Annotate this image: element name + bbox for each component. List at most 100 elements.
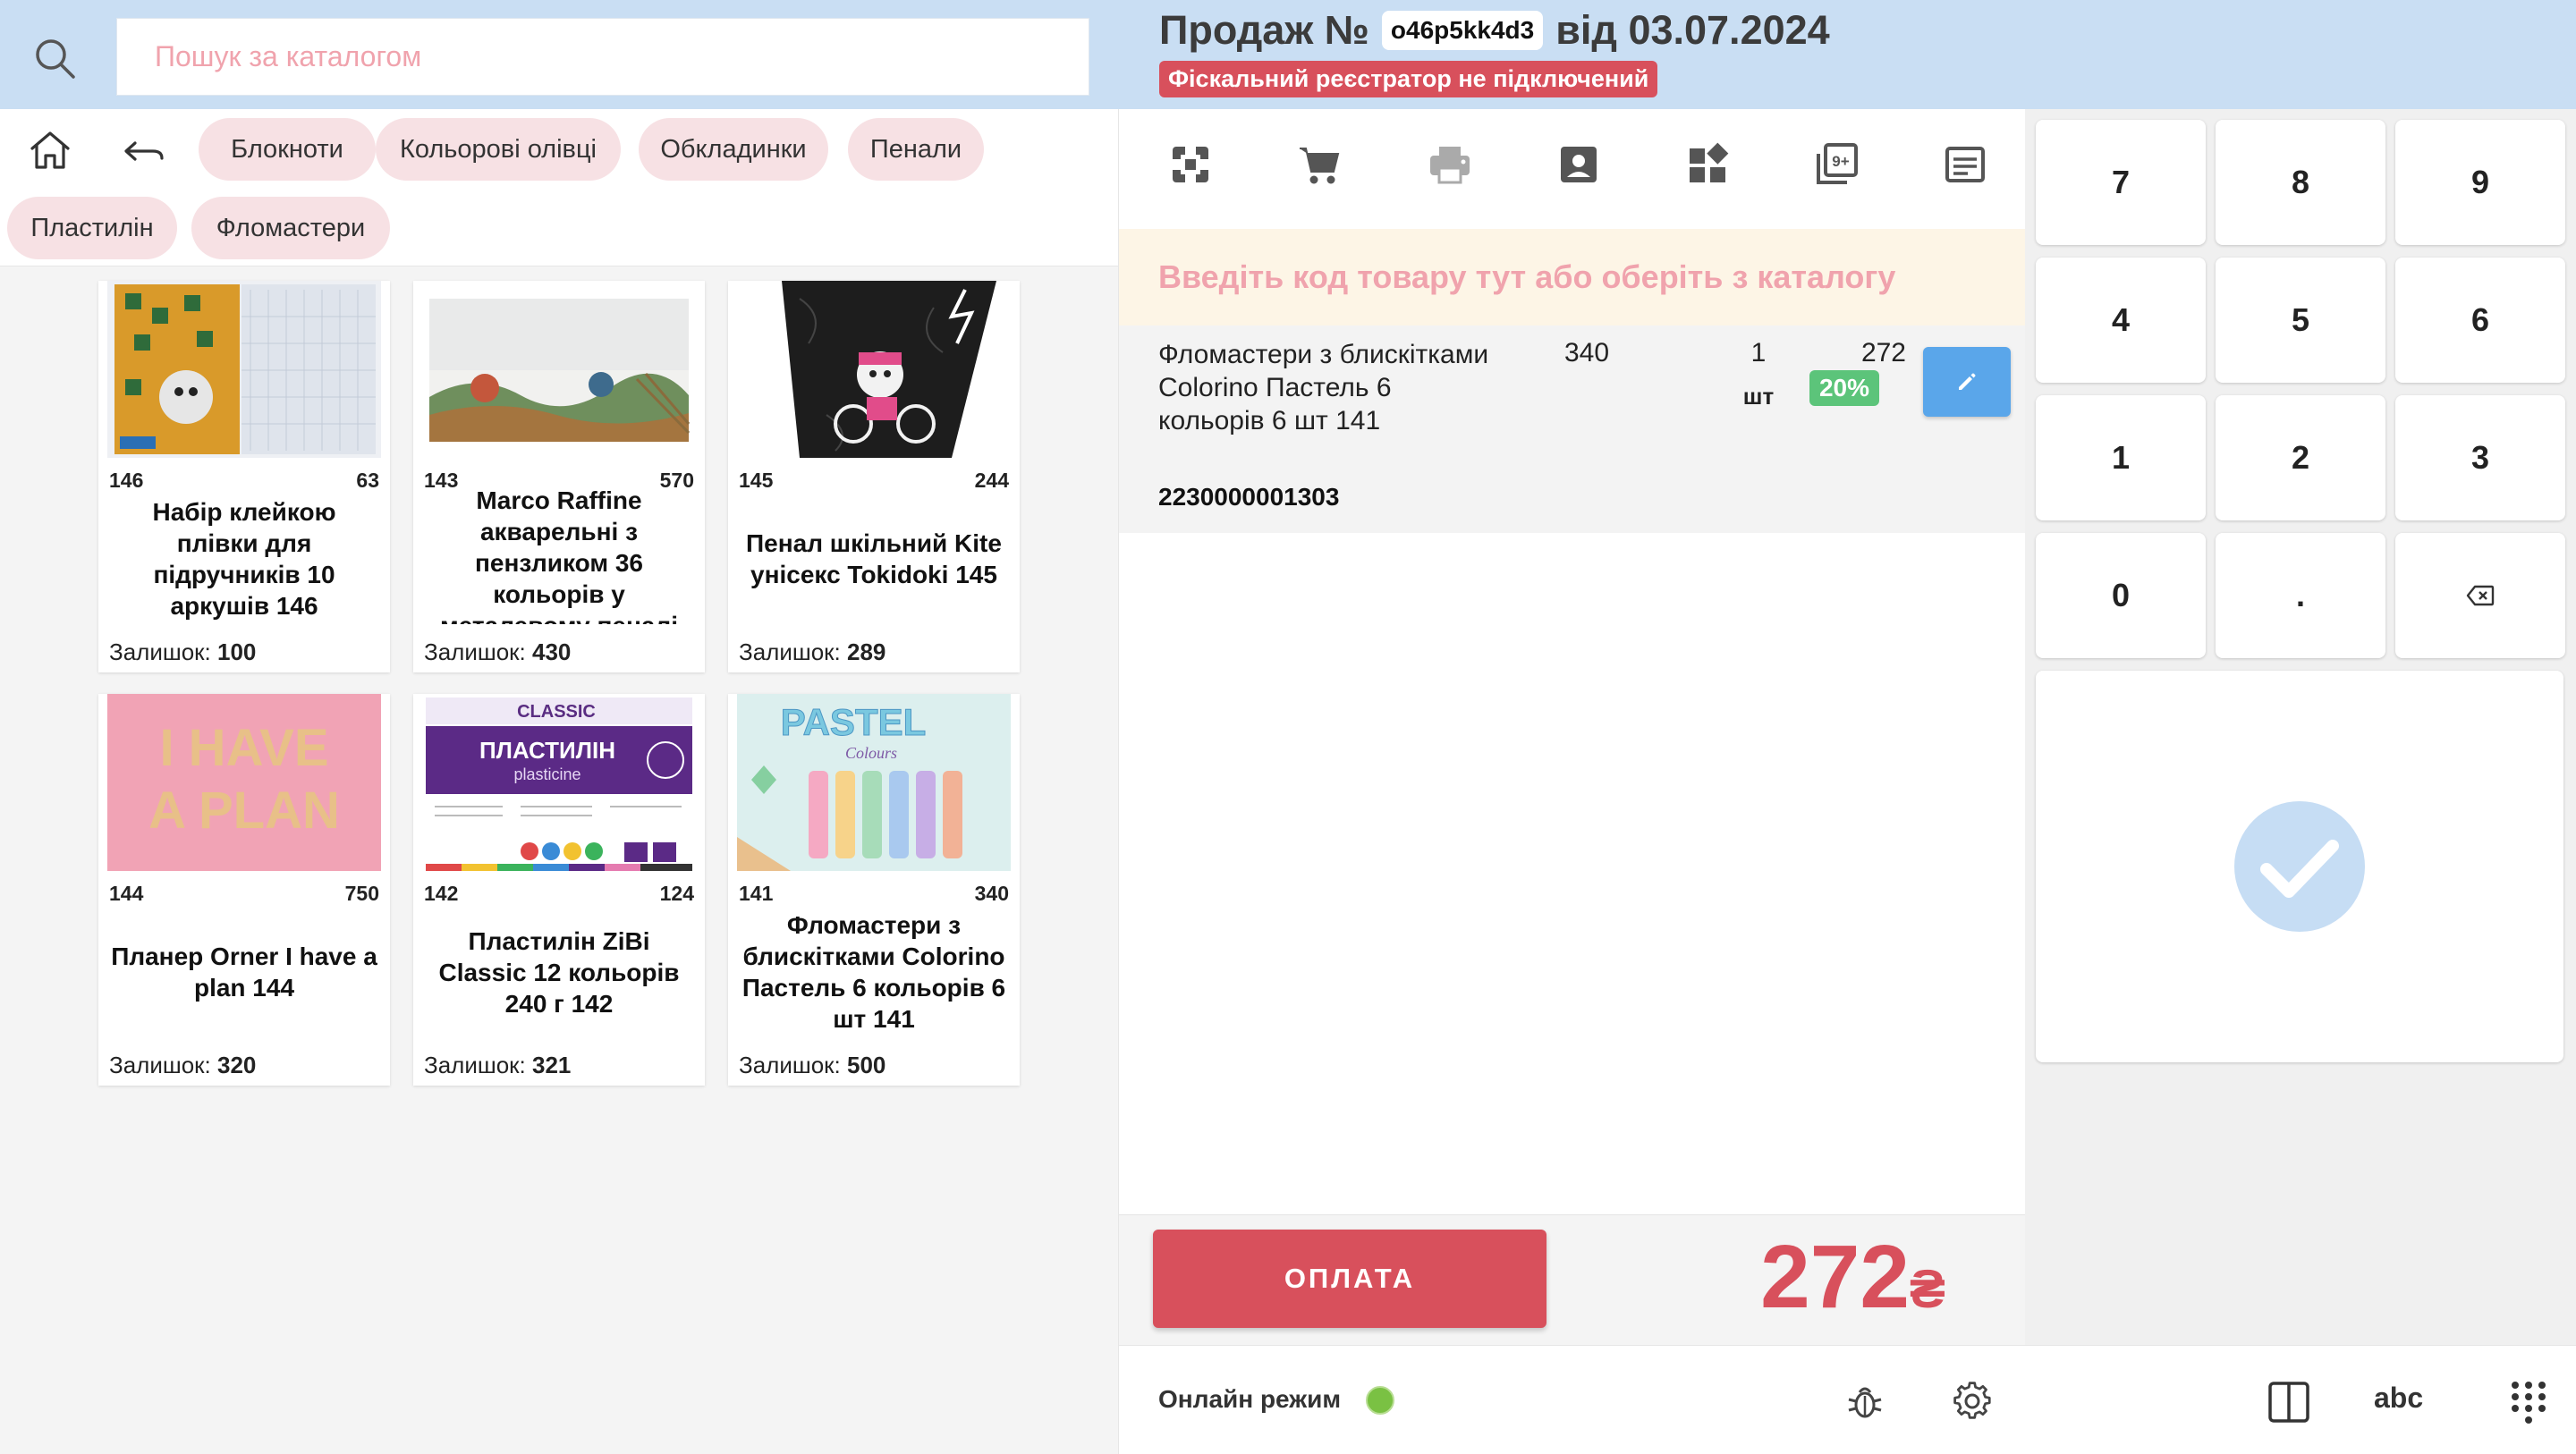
product-stock: Залишок: 289	[739, 638, 886, 666]
printer-icon[interactable]	[1425, 139, 1475, 190]
product-numbers: 145 244	[739, 469, 1009, 493]
keypad-key-5[interactable]: 5	[2216, 258, 2385, 383]
product-card[interactable]: I HAVE A PLAN 144 750 Планер Orner I hav…	[98, 694, 390, 1086]
product-id: 145	[739, 469, 774, 492]
pastel-sub: Colours	[845, 744, 897, 762]
keypad-key-0[interactable]: 0	[2036, 533, 2206, 658]
fiscal-warning-badge: Фіскальний реєстратор не підключений	[1159, 61, 1658, 97]
stock-value: 100	[217, 638, 257, 665]
product-card[interactable]: CLASSIC ПЛАСТИЛІН plasticine 142 124 Пла…	[413, 694, 705, 1086]
keypad-key-8[interactable]: 8	[2216, 120, 2385, 245]
top-bar: Продаж № o46p5kk4d3 від 03.07.2024 Фіска…	[0, 0, 2576, 109]
product-stock: Залишок: 430	[424, 638, 571, 666]
product-numbers: 144 750	[109, 882, 379, 906]
receipt-panel: 9+ Фломастери з блискітками Colorino Пас…	[1118, 109, 2026, 1454]
keypad-panel: 7 8 9 4 5 6 1 2 3 0 . abc	[2025, 109, 2576, 1454]
sale-id: o46p5kk4d3	[1381, 11, 1544, 50]
keypad-backspace-button[interactable]	[2395, 533, 2565, 658]
keypad-key-1[interactable]: 1	[2036, 395, 2206, 520]
status-bar: Онлайн режим	[1119, 1345, 2026, 1454]
pastel-title: PASTEL	[781, 701, 927, 743]
abc-keyboard-button[interactable]: abc	[2374, 1382, 2423, 1415]
dialpad-icon[interactable]	[2508, 1380, 2549, 1424]
stock-label: Залишок:	[739, 1052, 841, 1078]
category-chip-colored-pencils[interactable]: Кольорові олівці	[376, 118, 621, 181]
product-card[interactable]: PASTEL Colours 141 340 Фломастери з блис…	[728, 694, 1020, 1086]
keypad-key-9[interactable]: 9	[2395, 120, 2565, 245]
category-chip-covers[interactable]: Обкладинки	[639, 118, 828, 181]
sale-title: Продаж № o46p5kk4d3 від 03.07.2024	[1159, 7, 1830, 54]
planner-text-1: I HAVE	[159, 719, 328, 777]
total-amount: 272₴	[1760, 1226, 1945, 1329]
widgets-icon[interactable]	[1682, 139, 1733, 190]
keyboard-toggle-bar: abc	[2025, 1345, 2576, 1454]
category-nav: Блокноти Кольорові олівці Обкладинки Пен…	[0, 109, 1118, 266]
stock-label: Залишок:	[109, 638, 211, 665]
keypad-key-dot[interactable]: .	[2216, 533, 2385, 658]
product-image-pencil-case	[737, 281, 1011, 458]
product-price: 750	[344, 882, 379, 905]
search-icon[interactable]	[32, 36, 77, 80]
catalog-search-input[interactable]	[155, 40, 1089, 73]
product-name: Фломастери з блискітками Colorino Пастел…	[741, 911, 1006, 1033]
scan-icon[interactable]	[1165, 139, 1216, 190]
product-price: 63	[356, 469, 379, 492]
sale-date: від 03.07.2024	[1555, 7, 1830, 53]
receipt-line-item[interactable]: Фломастери з блискітками Colorino Пастел…	[1119, 325, 2026, 533]
cart-icon[interactable]	[1294, 139, 1344, 190]
product-image-planner: I HAVE A PLAN	[107, 694, 381, 871]
total-value: 272	[1760, 1227, 1910, 1327]
product-name: Планер Orner I have a plan 144	[111, 943, 377, 1002]
discount-badge: 20%	[1809, 370, 1879, 406]
stock-label: Залишок:	[424, 638, 526, 665]
back-arrow-icon[interactable]	[121, 129, 167, 175]
product-name: Marco Raffine акварельні з пензликом 36 …	[440, 486, 678, 624]
stock-value: 500	[847, 1052, 886, 1078]
product-card[interactable]: 143 570 Marco Raffine акварельні з пензл…	[413, 281, 705, 672]
customer-icon[interactable]	[1554, 139, 1604, 190]
product-image-film	[107, 281, 381, 458]
receipt-icon[interactable]	[1940, 139, 1990, 190]
product-card[interactable]: 146 63 Набір клейкою плівки для підручни…	[98, 281, 390, 672]
plasticine-brand: CLASSIC	[517, 702, 596, 722]
plasticine-title: ПЛАСТИЛІН	[479, 737, 615, 764]
gear-icon[interactable]	[1951, 1380, 1994, 1423]
edit-line-item-button[interactable]	[1923, 347, 2011, 417]
line-item-barcode: 2230000001303	[1158, 483, 1340, 511]
check-icon	[2234, 801, 2365, 932]
product-image-markers: PASTEL Colours	[737, 694, 1011, 871]
product-image-plasticine: CLASSIC ПЛАСТИЛІН plasticine	[422, 694, 696, 871]
category-chip-pencil-cases[interactable]: Пенали	[848, 118, 984, 181]
receipt-toolbar: 9+	[1119, 109, 2026, 229]
stock-value: 321	[532, 1052, 572, 1078]
keypad-key-4[interactable]: 4	[2036, 258, 2206, 383]
category-chip-markers[interactable]: Фломастери	[191, 197, 390, 259]
product-price: 124	[659, 882, 694, 905]
bug-icon[interactable]	[1843, 1380, 1886, 1423]
home-icon[interactable]	[27, 127, 73, 173]
product-id: 142	[424, 882, 459, 905]
keypad-key-6[interactable]: 6	[2395, 258, 2565, 383]
keypad-key-7[interactable]: 7	[2036, 120, 2206, 245]
product-stock: Залишок: 320	[109, 1052, 256, 1079]
stock-label: Залишок:	[109, 1052, 211, 1078]
pencil-icon	[1959, 373, 1976, 390]
stock-value: 430	[532, 638, 572, 665]
product-code-field[interactable]	[1119, 229, 2026, 325]
catalog-search-box[interactable]	[116, 18, 1089, 96]
pay-button[interactable]: ОПЛАТА	[1153, 1230, 1546, 1328]
category-chip-notebooks[interactable]: Блокноти	[199, 118, 376, 181]
product-code-input[interactable]	[1158, 258, 1963, 296]
split-view-icon[interactable]	[2267, 1380, 2311, 1424]
catalog-panel: Блокноти Кольорові олівці Обкладинки Пен…	[0, 109, 1118, 1454]
line-item-total: 272	[1860, 338, 1906, 368]
product-card[interactable]: 145 244 Пенал шкільний Kite унісекс Toki…	[728, 281, 1020, 672]
payment-footer: ОПЛАТА 272₴	[1119, 1214, 2026, 1345]
online-status-indicator	[1366, 1386, 1394, 1415]
category-chip-plasticine[interactable]: Пластилін	[7, 197, 177, 259]
product-stock: Залишок: 100	[109, 638, 256, 666]
keypad-key-2[interactable]: 2	[2216, 395, 2385, 520]
library-icon[interactable]: 9+	[1811, 139, 1861, 190]
keypad-key-3[interactable]: 3	[2395, 395, 2565, 520]
confirm-button[interactable]	[2036, 671, 2563, 1062]
